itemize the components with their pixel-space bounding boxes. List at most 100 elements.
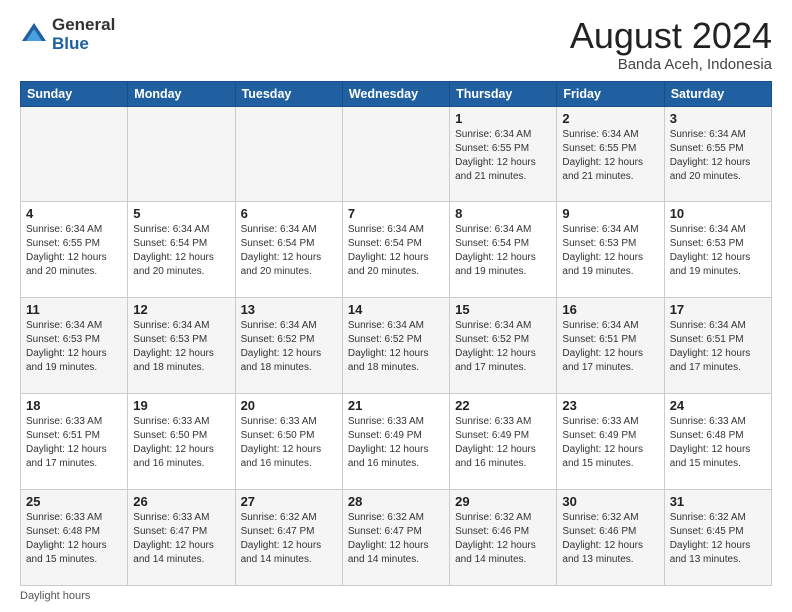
calendar-cell: 24 Sunrise: 6:33 AM Sunset: 6:48 PM Dayli… — [664, 394, 771, 490]
calendar-cell — [235, 106, 342, 202]
day-number: 28 — [348, 494, 444, 509]
day-number: 19 — [133, 398, 229, 413]
day-number: 18 — [26, 398, 122, 413]
header-day-sunday: Sunday — [21, 81, 128, 106]
day-info: Sunrise: 6:33 AM Sunset: 6:48 PM Dayligh… — [26, 511, 122, 567]
day-number: 2 — [562, 111, 658, 126]
day-info: Sunrise: 6:33 AM Sunset: 6:50 PM Dayligh… — [241, 415, 337, 471]
day-info: Sunrise: 6:34 AM Sunset: 6:54 PM Dayligh… — [455, 223, 551, 279]
day-number: 15 — [455, 302, 551, 317]
day-number: 26 — [133, 494, 229, 509]
footer-note: Daylight hours — [20, 590, 772, 602]
calendar-cell: 11 Sunrise: 6:34 AM Sunset: 6:53 PM Dayli… — [21, 298, 128, 394]
day-info: Sunrise: 6:32 AM Sunset: 6:46 PM Dayligh… — [455, 511, 551, 567]
day-number: 24 — [670, 398, 766, 413]
day-info: Sunrise: 6:34 AM Sunset: 6:53 PM Dayligh… — [26, 319, 122, 375]
calendar-cell — [128, 106, 235, 202]
day-number: 9 — [562, 206, 658, 221]
calendar-cell: 26 Sunrise: 6:33 AM Sunset: 6:47 PM Dayli… — [128, 490, 235, 586]
week-row-4: 18Sunrise: 6:33 AM Sunset: 6:51 PM Dayli… — [21, 394, 772, 490]
day-number: 7 — [348, 206, 444, 221]
day-info: Sunrise: 6:33 AM Sunset: 6:49 PM Dayligh… — [562, 415, 658, 471]
day-number: 8 — [455, 206, 551, 221]
day-info: Sunrise: 6:33 AM Sunset: 6:49 PM Dayligh… — [455, 415, 551, 471]
day-info: Sunrise: 6:33 AM Sunset: 6:47 PM Dayligh… — [133, 511, 229, 567]
calendar-cell: 18Sunrise: 6:33 AM Sunset: 6:51 PM Dayli… — [21, 394, 128, 490]
header-day-monday: Monday — [128, 81, 235, 106]
day-info: Sunrise: 6:34 AM Sunset: 6:55 PM Dayligh… — [562, 128, 658, 184]
week-row-2: 4 Sunrise: 6:34 AM Sunset: 6:55 PM Daylig… — [21, 202, 772, 298]
calendar-cell: 14 Sunrise: 6:34 AM Sunset: 6:52 PM Dayli… — [342, 298, 449, 394]
day-number: 1 — [455, 111, 551, 126]
calendar-cell: 22 Sunrise: 6:33 AM Sunset: 6:49 PM Dayli… — [450, 394, 557, 490]
calendar-cell: 25 Sunrise: 6:33 AM Sunset: 6:48 PM Dayli… — [21, 490, 128, 586]
day-info: Sunrise: 6:32 AM Sunset: 6:47 PM Dayligh… — [348, 511, 444, 567]
day-info: Sunrise: 6:34 AM Sunset: 6:54 PM Dayligh… — [348, 223, 444, 279]
calendar-cell — [21, 106, 128, 202]
page: General Blue August 2024 Banda Aceh, Ind… — [0, 0, 792, 612]
header-day-tuesday: Tuesday — [235, 81, 342, 106]
day-info: Sunrise: 6:34 AM Sunset: 6:52 PM Dayligh… — [455, 319, 551, 375]
day-info: Sunrise: 6:34 AM Sunset: 6:51 PM Dayligh… — [562, 319, 658, 375]
day-number: 20 — [241, 398, 337, 413]
header-day-friday: Friday — [557, 81, 664, 106]
day-number: 10 — [670, 206, 766, 221]
logo-blue-text: Blue — [52, 35, 115, 54]
day-info: Sunrise: 6:33 AM Sunset: 6:48 PM Dayligh… — [670, 415, 766, 471]
day-info: Sunrise: 6:34 AM Sunset: 6:52 PM Dayligh… — [348, 319, 444, 375]
day-info: Sunrise: 6:34 AM Sunset: 6:55 PM Dayligh… — [670, 128, 766, 184]
header-day-wednesday: Wednesday — [342, 81, 449, 106]
logo-text: General Blue — [52, 16, 115, 53]
day-info: Sunrise: 6:33 AM Sunset: 6:49 PM Dayligh… — [348, 415, 444, 471]
calendar-cell: 10 Sunrise: 6:34 AM Sunset: 6:53 PM Dayli… — [664, 202, 771, 298]
day-number: 17 — [670, 302, 766, 317]
logo-general: General — [52, 16, 115, 35]
day-number: 22 — [455, 398, 551, 413]
calendar-cell: 9 Sunrise: 6:34 AM Sunset: 6:53 PM Daylig… — [557, 202, 664, 298]
calendar-cell: 27 Sunrise: 6:32 AM Sunset: 6:47 PM Dayli… — [235, 490, 342, 586]
day-info: Sunrise: 6:34 AM Sunset: 6:54 PM Dayligh… — [133, 223, 229, 279]
calendar-cell: 31Sunrise: 6:32 AM Sunset: 6:45 PM Dayli… — [664, 490, 771, 586]
day-number: 3 — [670, 111, 766, 126]
day-info: Sunrise: 6:34 AM Sunset: 6:55 PM Dayligh… — [26, 223, 122, 279]
calendar-cell: 1 Sunrise: 6:34 AM Sunset: 6:55 PM Daylig… — [450, 106, 557, 202]
header-day-saturday: Saturday — [664, 81, 771, 106]
calendar-cell: 23Sunrise: 6:33 AM Sunset: 6:49 PM Dayli… — [557, 394, 664, 490]
header-day-thursday: Thursday — [450, 81, 557, 106]
week-row-5: 25 Sunrise: 6:33 AM Sunset: 6:48 PM Dayli… — [21, 490, 772, 586]
day-number: 25 — [26, 494, 122, 509]
calendar-cell: 28 Sunrise: 6:32 AM Sunset: 6:47 PM Dayli… — [342, 490, 449, 586]
day-number: 27 — [241, 494, 337, 509]
calendar-cell — [342, 106, 449, 202]
header: General Blue August 2024 Banda Aceh, Ind… — [20, 16, 772, 73]
day-number: 6 — [241, 206, 337, 221]
day-info: Sunrise: 6:32 AM Sunset: 6:46 PM Dayligh… — [562, 511, 658, 567]
calendar-cell: 2 Sunrise: 6:34 AM Sunset: 6:55 PM Daylig… — [557, 106, 664, 202]
day-number: 12 — [133, 302, 229, 317]
day-info: Sunrise: 6:34 AM Sunset: 6:53 PM Dayligh… — [562, 223, 658, 279]
day-info: Sunrise: 6:33 AM Sunset: 6:50 PM Dayligh… — [133, 415, 229, 471]
day-info: Sunrise: 6:34 AM Sunset: 6:51 PM Dayligh… — [670, 319, 766, 375]
calendar-cell: 17 Sunrise: 6:34 AM Sunset: 6:51 PM Dayli… — [664, 298, 771, 394]
calendar-cell: 19 Sunrise: 6:33 AM Sunset: 6:50 PM Dayli… — [128, 394, 235, 490]
title-block: August 2024 Banda Aceh, Indonesia — [570, 16, 772, 73]
calendar: SundayMondayTuesdayWednesdayThursdayFrid… — [20, 81, 772, 586]
calendar-cell: 4 Sunrise: 6:34 AM Sunset: 6:55 PM Daylig… — [21, 202, 128, 298]
day-info: Sunrise: 6:34 AM Sunset: 6:55 PM Dayligh… — [455, 128, 551, 184]
day-number: 11 — [26, 302, 122, 317]
day-info: Sunrise: 6:34 AM Sunset: 6:52 PM Dayligh… — [241, 319, 337, 375]
day-info: Sunrise: 6:32 AM Sunset: 6:47 PM Dayligh… — [241, 511, 337, 567]
day-info: Sunrise: 6:34 AM Sunset: 6:53 PM Dayligh… — [670, 223, 766, 279]
calendar-cell: 30 Sunrise: 6:32 AM Sunset: 6:46 PM Dayli… — [557, 490, 664, 586]
location: Banda Aceh, Indonesia — [570, 56, 772, 73]
calendar-cell: 5Sunrise: 6:34 AM Sunset: 6:54 PM Daylig… — [128, 202, 235, 298]
week-row-1: 1 Sunrise: 6:34 AM Sunset: 6:55 PM Daylig… — [21, 106, 772, 202]
day-number: 13 — [241, 302, 337, 317]
calendar-cell: 20 Sunrise: 6:33 AM Sunset: 6:50 PM Dayli… — [235, 394, 342, 490]
day-info: Sunrise: 6:32 AM Sunset: 6:45 PM Dayligh… — [670, 511, 766, 567]
logo: General Blue — [20, 16, 115, 53]
calendar-header-row: SundayMondayTuesdayWednesdayThursdayFrid… — [21, 81, 772, 106]
day-number: 4 — [26, 206, 122, 221]
day-number: 14 — [348, 302, 444, 317]
day-number: 30 — [562, 494, 658, 509]
